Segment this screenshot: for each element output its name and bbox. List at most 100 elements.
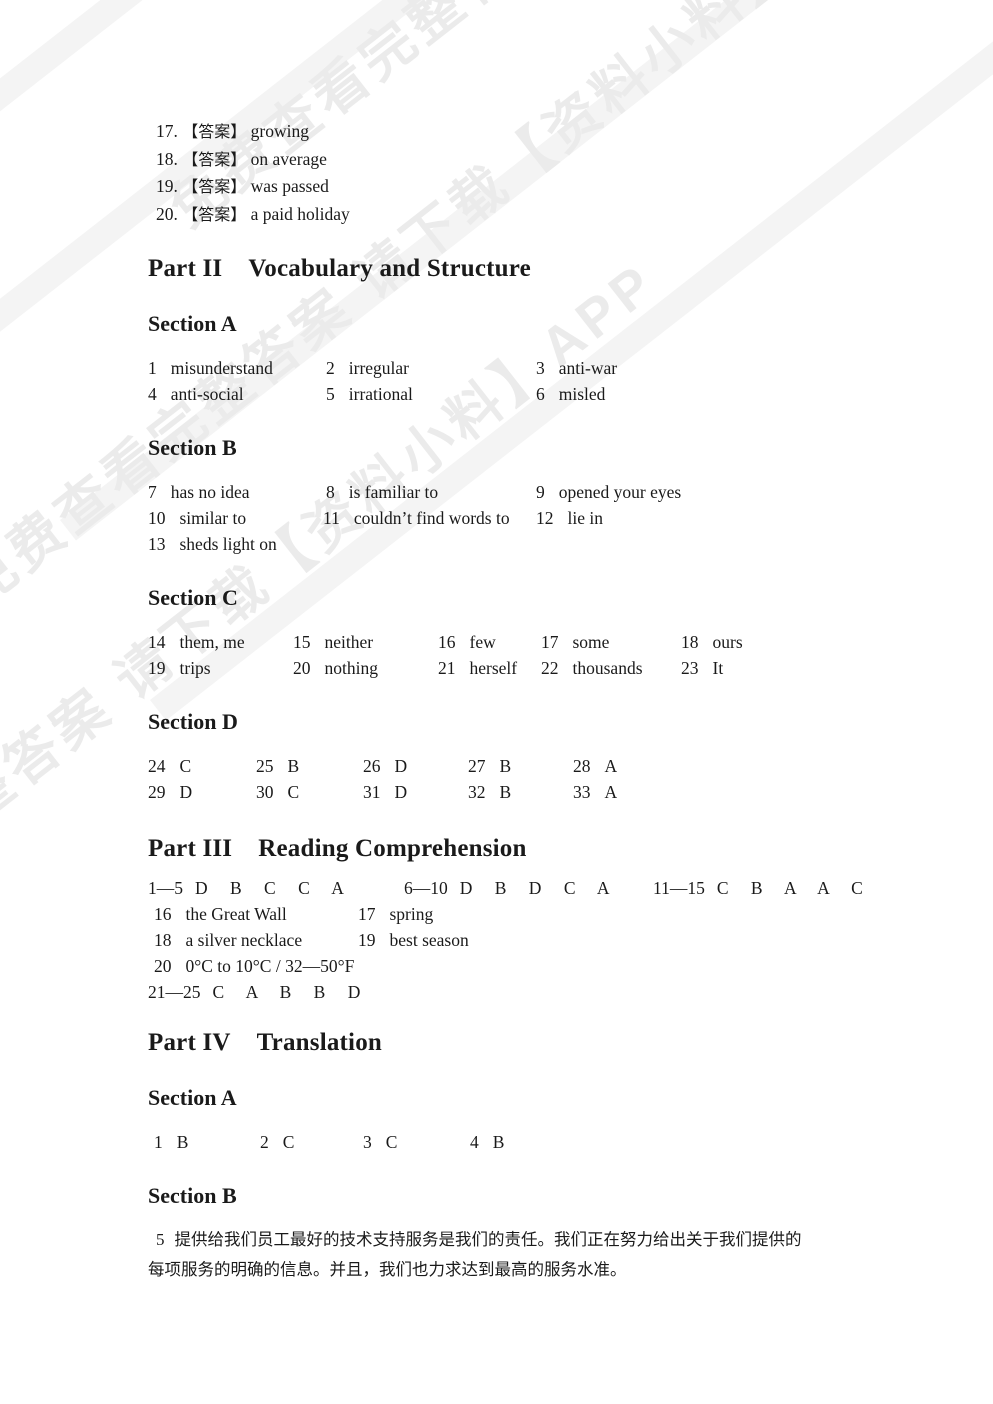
answer-value: thousands — [572, 658, 643, 678]
answer-number: 25 — [256, 756, 274, 776]
part-2-label: Part II — [148, 255, 223, 282]
range-label: 1—5 — [148, 878, 183, 898]
answer-number: 13 — [148, 534, 166, 554]
answer-value: some — [572, 632, 610, 652]
answer-value: few — [469, 632, 496, 652]
translation-text-line-2: 每项服务的明确的信息。并且，我们也力求达到最高的服务水准。 — [148, 1260, 627, 1279]
part-2-heading: Part II Vocabulary and Structure — [148, 255, 908, 283]
answer-value: misled — [558, 384, 606, 404]
answer-row: 1 misunderstand 2 irregular 3 anti-war — [148, 355, 908, 381]
answer-value: has no idea — [170, 482, 250, 502]
part-4-section-b-heading: Section B — [148, 1183, 237, 1208]
range-label: 6—10 — [404, 878, 448, 898]
part-4-heading: Part IV Translation — [148, 1029, 908, 1057]
range-letters: C A B B D — [212, 982, 370, 1002]
answer-key-item: 18. 【答案】 on average — [148, 146, 908, 174]
answer-number: 4 — [470, 1132, 479, 1152]
answer-value: herself — [469, 658, 518, 678]
answer-value: lie in — [567, 508, 603, 528]
range-letters: C B A A C — [716, 878, 872, 898]
answer-number: 27 — [468, 756, 486, 776]
document-page: 17. 【答案】 growing 18. 【答案】 on average 19.… — [0, 0, 993, 1404]
range-letters: D B C C A — [195, 878, 353, 898]
answer-number: 11 — [323, 508, 340, 528]
answer-value: D — [179, 782, 193, 802]
answer-number: 29 — [148, 782, 166, 802]
answer-number: 5 — [326, 384, 335, 404]
answer-value: It — [712, 658, 724, 678]
answer-number: 17 — [541, 632, 559, 652]
answer-key-item: 20. 【答案】 a paid holiday — [148, 201, 908, 229]
answer-key-value: on average — [250, 148, 327, 169]
answer-value: 0°C to 10°C / 32—50°F — [185, 956, 355, 976]
answer-value: trips — [179, 658, 211, 678]
answer-value: opened your eyes — [558, 482, 682, 502]
answer-row: 14 them, me 15 neither 16 few 17 some 18 ours — [148, 629, 908, 655]
answer-number: 14 — [148, 632, 166, 652]
answer-number: 30 — [256, 782, 274, 802]
translation-item-number: 5 — [156, 1230, 165, 1249]
answer-value: B — [499, 782, 512, 802]
answer-number: 3 — [536, 358, 545, 378]
answer-value: B — [499, 756, 512, 776]
answer-number: 10 — [148, 508, 166, 528]
part-2-section-b-heading: Section B — [148, 435, 237, 460]
answer-value: misunderstand — [170, 358, 273, 378]
part-4-label: Part IV — [148, 1029, 231, 1056]
answer-value: A — [604, 782, 618, 802]
answer-number: 4 — [148, 384, 157, 404]
answer-key-tag: 【答案】 — [182, 204, 247, 224]
answer-range-row: 21—25 C A B B D — [148, 979, 908, 1005]
answer-value: nothing — [324, 658, 378, 678]
answer-number: 19 — [358, 930, 376, 950]
answer-row: 20 0°C to 10°C / 32—50°F — [148, 953, 908, 979]
answer-row: 29 D 30 C 31 D 32 B 33 A — [148, 779, 908, 805]
part-2-section-b-answers: 7 has no idea 8 is familiar to 9 opened you… — [148, 479, 908, 557]
answer-number: 24 — [148, 756, 166, 776]
answer-row: 10 similar to 11 couldn’t find words to 12… — [148, 505, 908, 531]
part-2-section-d-heading: Section D — [148, 709, 238, 734]
answer-key-tag: 【答案】 — [182, 122, 247, 141]
answer-number: 20 — [154, 956, 172, 976]
answer-number: 18 — [154, 930, 172, 950]
answer-number: 8 — [326, 482, 335, 502]
answer-key-number: 18. — [156, 148, 178, 169]
answer-value: A — [604, 756, 618, 776]
answer-number: 1 — [154, 1132, 163, 1152]
answer-value: similar to — [179, 508, 247, 528]
answer-key-number: 17. — [156, 121, 178, 141]
answer-key-number: 20. — [156, 203, 178, 224]
answer-number: 6 — [536, 384, 545, 404]
answer-number: 31 — [363, 782, 381, 802]
part-2-section-c-heading: Section C — [148, 585, 238, 610]
answer-value: anti-social — [170, 384, 244, 404]
answer-key-tag: 【答案】 — [182, 149, 247, 169]
part-4-section-a-heading: Section A — [148, 1085, 237, 1110]
answer-value: C — [385, 1132, 398, 1152]
answer-number: 26 — [363, 756, 381, 776]
answer-value: best season — [389, 930, 469, 950]
answer-value: a silver necklace — [185, 930, 303, 950]
answer-key-value: growing — [250, 121, 309, 141]
answer-number: 9 — [536, 482, 545, 502]
answer-number: 2 — [260, 1132, 269, 1152]
part-2-section-d-answers: 24 C 25 B 26 D 27 B 28 A 29 D 30 C 31 D 32 B 33 A — [148, 753, 908, 805]
answer-value: anti-war — [558, 358, 618, 378]
answer-value: is familiar to — [348, 482, 439, 502]
range-label: 21—25 — [148, 982, 201, 1002]
answer-number: 20 — [293, 658, 311, 678]
part-2-section-c-answers: 14 them, me 15 neither 16 few 17 some 18 ours… — [148, 629, 908, 681]
answer-row: 4 anti-social 5 irrational 6 misled — [148, 381, 908, 407]
translation-line-2: 每项服务的明确的信息。并且，我们也力求达到最高的服务水准。 — [148, 1255, 908, 1285]
answer-number: 17 — [358, 904, 376, 924]
range-label: 11—15 — [653, 878, 705, 898]
answer-number: 21 — [438, 658, 456, 678]
answer-key-tag: 【答案】 — [182, 177, 247, 196]
answer-range-row: 1—5 D B C C A 6—10 D B D C A 11—15 C B A A … — [148, 875, 908, 901]
answer-value: the Great Wall — [185, 904, 287, 924]
answer-row: 7 has no idea 8 is familiar to 9 opened you… — [148, 479, 908, 505]
answer-number: 23 — [681, 658, 699, 678]
page-content: 17. 【答案】 growing 18. 【答案】 on average 19.… — [148, 118, 908, 1285]
translation-line-1: 5 提供给我们员工最好的技术支持服务是我们的责任。我们正在努力给出关于我们提供的 — [148, 1225, 908, 1255]
part-2-title: Vocabulary and Structure — [248, 255, 531, 282]
